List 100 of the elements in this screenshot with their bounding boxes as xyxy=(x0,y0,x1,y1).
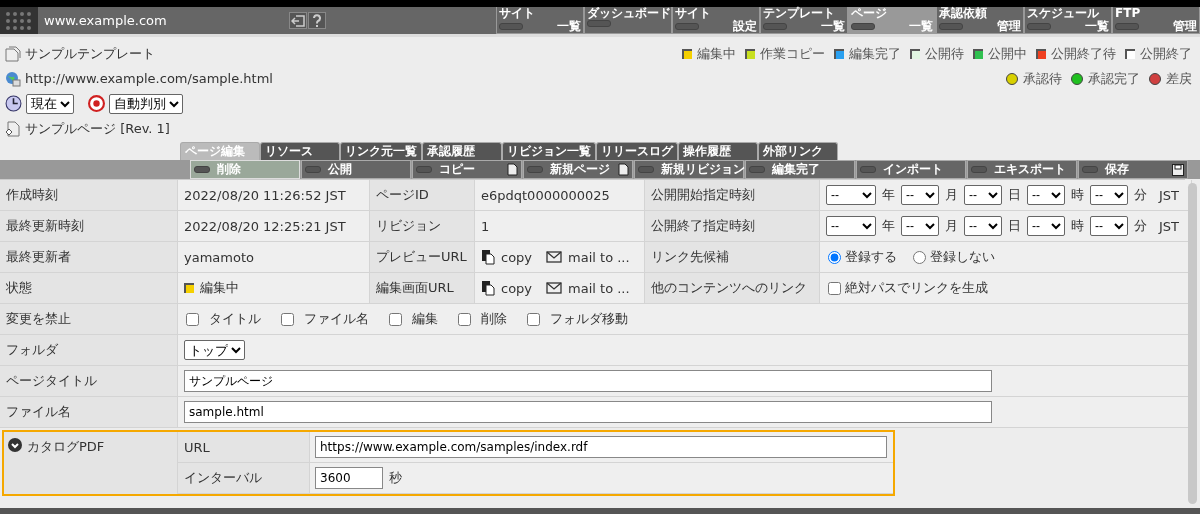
input-field[interactable]: https://www.example.com/samples/index.rdf xyxy=(315,436,887,458)
copy-link[interactable]: copy xyxy=(481,280,533,296)
field-value: 2022/08/20 11:26:52 JST xyxy=(184,187,346,203)
tab[interactable]: 承認履歴 xyxy=(422,142,502,160)
action-button[interactable]: 新規リビジョン xyxy=(634,160,744,179)
tab[interactable]: リンク元一覧 xyxy=(340,142,422,160)
legend-label: 承認完了 xyxy=(1088,69,1140,88)
date-dropdown[interactable]: -- xyxy=(1090,185,1128,205)
date-dropdown[interactable]: -- xyxy=(1027,216,1065,236)
checkbox[interactable] xyxy=(828,281,841,295)
unit-label: 年 xyxy=(882,217,895,235)
legend-label: 公開待 xyxy=(925,44,964,63)
action-button[interactable]: 保存 xyxy=(1078,160,1188,179)
mode-dropdown[interactable]: 自動判別 xyxy=(109,93,183,114)
field-label: フォルダ xyxy=(6,341,58,359)
indicator-icon xyxy=(1027,23,1051,30)
tab[interactable]: 外部リンク xyxy=(758,142,838,160)
folder-dropdown[interactable]: トップ xyxy=(184,340,245,360)
action-button[interactable]: 新規ページ xyxy=(523,160,633,179)
mail-link[interactable]: mail to ... xyxy=(546,280,630,296)
radio-button[interactable] xyxy=(913,250,926,264)
date-dropdown[interactable]: -- xyxy=(826,216,876,236)
legend-label: 差戻 xyxy=(1166,69,1192,88)
action-button[interactable]: 編集完了 xyxy=(745,160,855,179)
help-icon[interactable] xyxy=(308,12,326,29)
date-dropdown[interactable]: -- xyxy=(1027,185,1065,205)
option-label: フォルダ移動 xyxy=(550,310,628,328)
tab[interactable]: リソース xyxy=(260,142,340,160)
option-label: 編集 xyxy=(412,310,438,328)
field-value: yamamoto xyxy=(184,249,254,265)
radio-button[interactable] xyxy=(828,250,841,264)
unit-label: 月 xyxy=(945,217,958,235)
nav-button[interactable]: テンプレート 一覧 xyxy=(760,7,848,34)
date-dropdown[interactable]: -- xyxy=(1090,216,1128,236)
nav-button[interactable]: サイト 一覧 xyxy=(496,7,584,34)
action-button[interactable]: エキスポート xyxy=(967,160,1077,179)
date-dropdown[interactable]: -- xyxy=(901,216,939,236)
scrollbar[interactable] xyxy=(1188,183,1197,504)
action-button[interactable]: コピー xyxy=(412,160,522,179)
indicator-icon xyxy=(763,23,787,30)
envelope-icon xyxy=(546,251,563,263)
field-label: 編集画面URL xyxy=(376,279,454,297)
nav-button[interactable]: FTP 管理 xyxy=(1112,7,1200,34)
date-dropdown[interactable]: -- xyxy=(964,185,1002,205)
nav-button[interactable]: スケジュール 一覧 xyxy=(1024,7,1112,34)
input-field[interactable]: 3600 xyxy=(315,467,383,489)
logout-icon[interactable] xyxy=(289,12,307,29)
indicator-icon xyxy=(939,23,963,30)
timezone-label: JST xyxy=(1159,187,1180,203)
action-button[interactable]: 公開 xyxy=(301,160,411,179)
indicator-icon xyxy=(749,166,765,173)
field-value: 2022/08/20 12:25:21 JST xyxy=(184,218,346,234)
clipboard-icon xyxy=(481,249,495,265)
mail-link[interactable]: mail to ... xyxy=(546,249,630,265)
checkbox[interactable] xyxy=(186,312,199,326)
checkbox[interactable] xyxy=(458,312,471,326)
clipboard-icon xyxy=(481,280,495,296)
input-field[interactable]: sample.html xyxy=(184,401,992,423)
field-value: 1 xyxy=(481,218,490,234)
field-label: 変更を禁止 xyxy=(6,310,71,328)
option-label: 削除 xyxy=(481,310,507,328)
time-dropdown[interactable]: 現在 xyxy=(26,93,74,114)
nav-button[interactable]: 承認依頼 管理 xyxy=(936,7,1024,34)
field-label: リビジョン xyxy=(376,217,441,235)
tab[interactable]: リリースログ xyxy=(596,142,678,160)
unit-label: 日 xyxy=(1008,186,1021,204)
input-field[interactable]: サンプルページ xyxy=(184,370,992,392)
indicator-icon xyxy=(587,20,611,27)
date-dropdown[interactable]: -- xyxy=(901,185,939,205)
field-label: ページタイトル xyxy=(6,372,97,390)
chevron-icon[interactable] xyxy=(8,438,22,452)
document-icon xyxy=(507,163,518,176)
grid-logo-icon xyxy=(0,7,38,34)
field-label: 作成時刻 xyxy=(6,186,58,204)
tab[interactable]: 操作履歴 xyxy=(678,142,758,160)
option-label: 登録する xyxy=(845,248,897,266)
legend-label: 編集中 xyxy=(697,44,736,63)
copy-link[interactable]: copy xyxy=(481,249,533,265)
page-name: サンプルページ [Rev. 1] xyxy=(25,119,170,138)
option-label: 登録しない xyxy=(930,248,995,266)
nav-button[interactable]: ダッシュボード xyxy=(584,7,672,34)
option-label: ファイル名 xyxy=(304,310,369,328)
action-button[interactable]: インポート xyxy=(856,160,966,179)
document-icon xyxy=(5,45,21,62)
checkbox[interactable] xyxy=(527,312,540,326)
date-dropdown[interactable]: -- xyxy=(964,216,1002,236)
legend-label: 編集完了 xyxy=(849,44,901,63)
unit-label: 日 xyxy=(1008,217,1021,235)
checkbox[interactable] xyxy=(281,312,294,326)
checkbox[interactable] xyxy=(389,312,402,326)
nav-button[interactable]: サイト 設定 xyxy=(672,7,760,34)
date-dropdown[interactable]: -- xyxy=(826,185,876,205)
indicator-icon xyxy=(527,166,543,173)
unit-label: 分 xyxy=(1134,217,1147,235)
unit-label: 秒 xyxy=(389,469,402,487)
unit-label: 年 xyxy=(882,186,895,204)
tab[interactable]: リビジョン一覧 xyxy=(502,142,596,160)
field-label: 状態 xyxy=(6,279,32,297)
legend-label: 公開終了待 xyxy=(1051,44,1116,63)
page-url: http://www.example.com/sample.html xyxy=(25,71,273,86)
